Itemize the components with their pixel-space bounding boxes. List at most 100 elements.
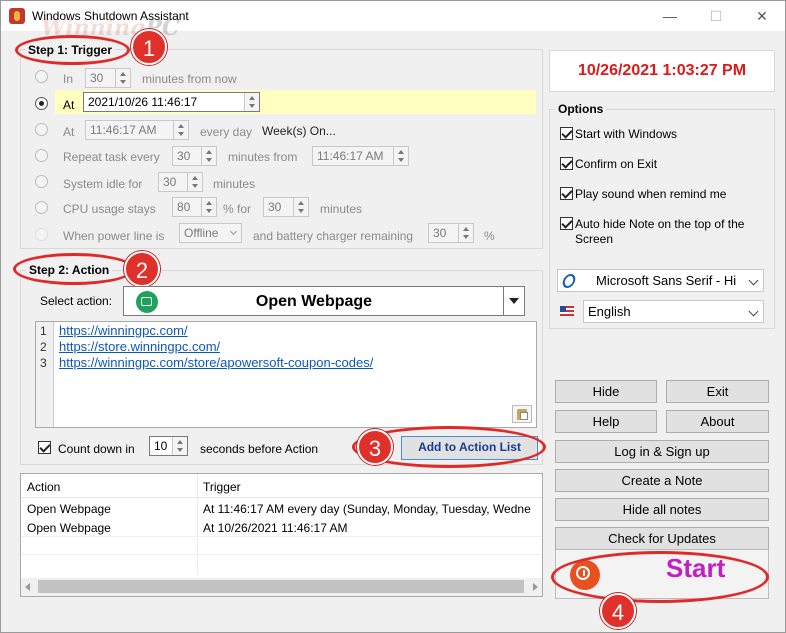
- action-list[interactable]: Action Trigger Open Webpage At 11:46:17 A…: [20, 473, 543, 597]
- url-link[interactable]: https://winningpc.com/: [59, 323, 188, 338]
- radio-idle[interactable]: [35, 175, 48, 188]
- stepper-arrows[interactable]: [172, 437, 187, 455]
- check-updates-button[interactable]: Check for Updates: [555, 527, 769, 550]
- countdown-seconds-stepper[interactable]: 10: [149, 436, 188, 456]
- selected-font: Microsoft Sans Serif - Hi: [596, 273, 737, 288]
- in-label: In: [63, 72, 74, 86]
- us-flag-icon: [560, 306, 574, 316]
- scroll-left-icon[interactable]: [25, 583, 30, 591]
- idle-label: System idle for: [63, 177, 143, 191]
- repeat-label: Repeat task every: [63, 150, 160, 164]
- action-select[interactable]: Open Webpage: [123, 286, 525, 316]
- step1-badge: 1: [131, 29, 167, 65]
- options-label: Options: [555, 102, 607, 116]
- in-minutes-stepper[interactable]: 30: [85, 68, 131, 88]
- paste-icon[interactable]: [512, 405, 532, 423]
- line-number: 1: [40, 324, 47, 338]
- title-bar: Windows Shutdown Assistant WinningPC — ☐…: [1, 1, 785, 41]
- help-button[interactable]: Help: [555, 410, 657, 433]
- line-number: 3: [40, 356, 47, 370]
- line-number: 2: [40, 340, 47, 354]
- option-confirm-on-exit[interactable]: [560, 157, 573, 170]
- idle-minutes-stepper[interactable]: 30: [158, 172, 203, 192]
- cell-action: Open Webpage: [27, 502, 111, 516]
- selected-action: Open Webpage: [255, 293, 373, 310]
- table-row[interactable]: Open Webpage At 10/26/2021 11:46:17 AM: [21, 519, 542, 537]
- current-datetime: 10/26/2021 1:03:27 PM: [549, 50, 775, 92]
- cpu-percent-stepper[interactable]: 80: [172, 197, 217, 217]
- step3-badge: 3: [357, 429, 393, 465]
- countdown-checkbox[interactable]: [38, 441, 51, 454]
- daily-time-picker[interactable]: 11:46:17 AM: [85, 120, 189, 140]
- selected-language: English: [588, 304, 631, 319]
- step1-annotation-ellipse: [15, 35, 130, 65]
- radio-at[interactable]: [35, 97, 48, 110]
- cpu-label: CPU usage stays: [63, 202, 156, 216]
- repeat-start-time-picker[interactable]: 11:46:17 AM: [312, 146, 409, 166]
- battery-percent-stepper[interactable]: 30: [428, 223, 474, 243]
- login-signup-button[interactable]: Log in & Sign up: [555, 440, 769, 463]
- at-datetime-picker[interactable]: 2021/10/26 11:46:17: [83, 92, 260, 112]
- stepper-arrows[interactable]: [458, 224, 473, 242]
- stepper-arrows[interactable]: [201, 147, 216, 165]
- cell-action: Open Webpage: [27, 521, 111, 535]
- stepper-arrows[interactable]: [393, 147, 408, 165]
- stepper-arrows[interactable]: [201, 198, 216, 216]
- font-select[interactable]: Microsoft Sans Serif - Hi: [557, 269, 764, 292]
- cell-trigger: At 10/26/2021 11:46:17 AM: [203, 521, 348, 535]
- about-button[interactable]: About: [666, 410, 769, 433]
- step2-badge: 2: [124, 251, 160, 287]
- stepper-arrows[interactable]: [173, 121, 188, 139]
- option-play-sound[interactable]: [560, 187, 573, 200]
- cpu-minutes-stepper[interactable]: 30: [263, 197, 309, 217]
- exit-button[interactable]: Exit: [666, 380, 769, 403]
- option-start-with-windows[interactable]: [560, 127, 573, 140]
- power-mid-label: and battery charger remaining: [253, 229, 414, 243]
- radio-in[interactable]: [35, 70, 48, 83]
- power-label: When power line is: [63, 229, 165, 243]
- stepper-arrows[interactable]: [293, 198, 308, 216]
- scroll-thumb[interactable]: [38, 580, 524, 593]
- power-state-select[interactable]: Offline: [179, 223, 242, 243]
- url-link[interactable]: https://winningpc.com/store/apowersoft-c…: [59, 355, 373, 370]
- select-action-label: Select action:: [40, 294, 113, 308]
- column-trigger[interactable]: Trigger: [203, 480, 241, 494]
- power-suffix: %: [484, 229, 495, 243]
- table-row[interactable]: Open Webpage At 11:46:17 AM every day (Su…: [21, 500, 542, 518]
- horizontal-scrollbar[interactable]: [21, 578, 542, 596]
- list-header: Action Trigger: [21, 474, 542, 498]
- stepper-arrows[interactable]: [187, 173, 202, 191]
- hide-all-notes-button[interactable]: Hide all notes: [555, 498, 769, 521]
- radio-at-daily[interactable]: [35, 123, 48, 136]
- repeat-mid-label: minutes from: [228, 150, 298, 164]
- stepper-arrows[interactable]: [115, 69, 130, 87]
- close-button[interactable]: ✕: [739, 1, 785, 31]
- countdown-suffix: seconds before Action: [200, 442, 319, 456]
- option-label: Auto hide Note on the top of the Screen: [575, 217, 745, 246]
- weeks-on-link[interactable]: Week(s) On...: [262, 124, 336, 138]
- at-daily-label: At: [63, 125, 75, 139]
- option-label: Start with Windows: [575, 127, 678, 141]
- app-icon: [9, 8, 25, 24]
- url-editor[interactable]: 1 https://winningpc.com/2 https://store.wi…: [35, 321, 537, 428]
- url-link[interactable]: https://store.winningpc.com/: [59, 339, 220, 354]
- radio-power[interactable]: [35, 228, 48, 241]
- cell-trigger: At 11:46:17 AM every day (Sunday, Monday…: [203, 502, 531, 516]
- stepper-arrows[interactable]: [244, 93, 259, 111]
- option-auto-hide-note[interactable]: [560, 217, 573, 230]
- create-note-button[interactable]: Create a Note: [555, 469, 769, 492]
- radio-cpu[interactable]: [35, 201, 48, 214]
- language-select[interactable]: English: [583, 300, 764, 323]
- app-window: Windows Shutdown Assistant WinningPC — ☐…: [0, 0, 786, 633]
- maximize-button[interactable]: ☐: [693, 1, 739, 31]
- scroll-right-icon[interactable]: [533, 583, 538, 591]
- minimize-button[interactable]: —: [647, 1, 693, 31]
- option-label: Play sound when remind me: [575, 187, 727, 201]
- step4-badge: 4: [600, 593, 636, 629]
- column-action[interactable]: Action: [27, 480, 60, 494]
- action-dropdown-arrow[interactable]: [503, 287, 524, 315]
- hide-button[interactable]: Hide: [555, 380, 657, 403]
- repeat-minutes-stepper[interactable]: 30: [172, 146, 217, 166]
- every-day-label: every day: [200, 125, 253, 139]
- radio-repeat[interactable]: [35, 149, 48, 162]
